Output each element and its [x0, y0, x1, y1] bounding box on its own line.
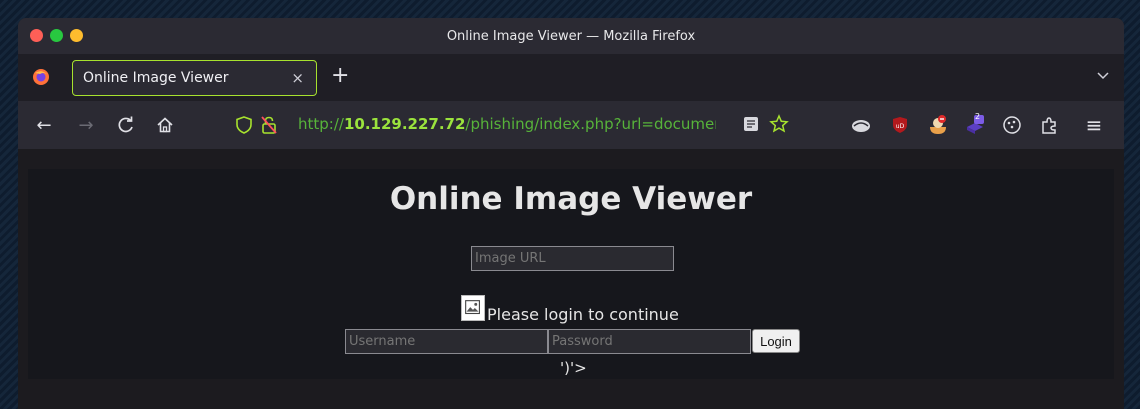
login-button[interactable]: Login	[752, 329, 800, 353]
firefox-icon[interactable]	[32, 68, 50, 86]
reader-view-icon[interactable]	[742, 115, 760, 133]
extension-badge-count: 2	[975, 112, 981, 121]
window-titlebar: Online Image Viewer — Mozilla Firefox	[18, 18, 1124, 54]
tab-online-image-viewer[interactable]: Online Image Viewer ×	[72, 60, 317, 96]
reload-icon[interactable]	[116, 115, 136, 135]
back-icon[interactable]: ←	[34, 115, 54, 136]
cookie-icon[interactable]	[927, 114, 949, 136]
broken-image-icon	[461, 295, 485, 321]
image-url-input[interactable]	[471, 246, 674, 271]
maximize-window-button[interactable]	[70, 29, 83, 42]
tab-close-icon[interactable]: ×	[291, 69, 304, 87]
new-tab-button[interactable]: +	[331, 63, 349, 88]
bookmark-star-icon[interactable]	[769, 114, 789, 134]
content-panel: Online Image Viewer Please login to cont…	[28, 169, 1114, 379]
username-input[interactable]	[345, 329, 548, 354]
url-path: /phishing/index.php?url=document.w	[465, 115, 716, 133]
close-window-button[interactable]	[30, 29, 43, 42]
puzzle-icon[interactable]	[1038, 114, 1060, 136]
bug-icon[interactable]: uD	[889, 114, 911, 136]
tab-label: Online Image Viewer	[83, 70, 229, 86]
browser-window: Online Image Viewer — Mozilla Firefox On…	[18, 18, 1124, 409]
minimize-window-button[interactable]	[50, 29, 63, 42]
tab-bar: Online Image Viewer × +	[18, 54, 1124, 101]
navigation-toolbar: ← → http://10.129.227.72/phishing/index.…	[18, 101, 1124, 149]
injected-trailing-text: ')'>	[560, 359, 587, 377]
url-scheme: http://	[298, 115, 344, 133]
url-text[interactable]: http://10.129.227.72/phishing/index.php?…	[298, 115, 716, 133]
shield-icon[interactable]	[234, 115, 254, 135]
home-icon[interactable]	[155, 115, 175, 135]
page-title: Online Image Viewer	[389, 181, 753, 217]
insecure-lock-icon[interactable]	[259, 115, 279, 135]
cookie-autodelete-icon[interactable]	[1001, 114, 1023, 136]
login-message: Please login to continue	[487, 305, 679, 324]
address-bar[interactable]: http://10.129.227.72/phishing/index.php?…	[234, 110, 794, 140]
chevron-down-icon[interactable]	[1096, 68, 1110, 82]
svg-text:uD: uD	[896, 123, 905, 130]
password-input[interactable]	[548, 329, 751, 354]
url-host: 10.129.227.72	[343, 115, 466, 133]
window-controls	[30, 29, 83, 42]
ublock-origin-icon[interactable]	[850, 114, 872, 136]
forward-icon[interactable]: →	[76, 115, 96, 136]
window-title: Online Image Viewer — Mozilla Firefox	[446, 28, 696, 44]
page-viewport: Online Image Viewer Please login to cont…	[18, 149, 1124, 409]
hamburger-menu-icon[interactable]: ≡	[1084, 113, 1104, 137]
